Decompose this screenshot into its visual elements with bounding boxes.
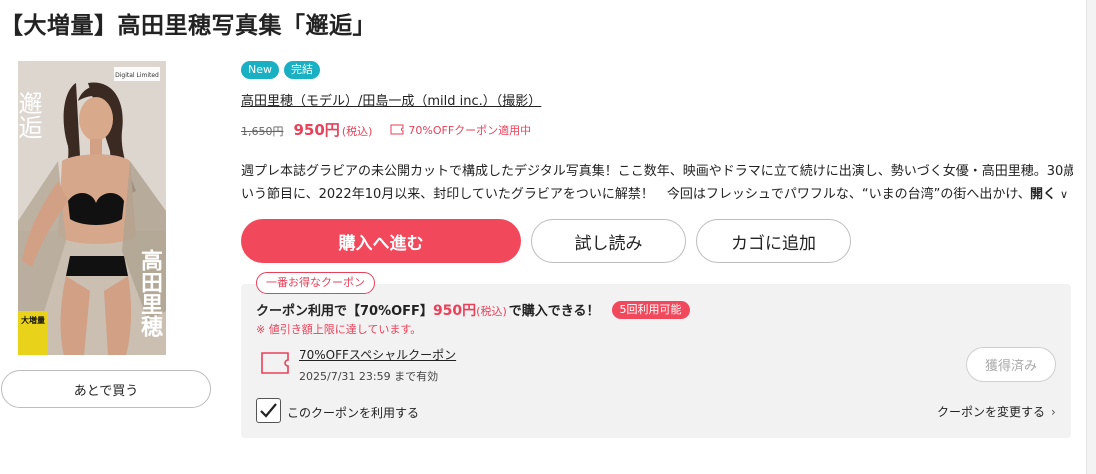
- expand-label: 開く: [1030, 187, 1057, 202]
- coupon-headline-prefix: クーポン利用で【70%OFF】: [256, 304, 433, 319]
- coupon-applied-text: 70%OFFクーポン適用中: [408, 123, 532, 137]
- cover-badge-text: 大増量: [21, 315, 45, 325]
- coupon-applied-label: 70%OFFクーポン適用中: [390, 122, 531, 138]
- change-coupon-text: クーポンを変更する: [937, 405, 1046, 419]
- chevron-down-icon: ∨: [1060, 188, 1069, 201]
- author-link[interactable]: 高田里穂（モデル）/田島一成（mild inc.）（撮影）: [241, 90, 541, 109]
- tax-label: (税込): [341, 125, 373, 138]
- coupon-headline-price: 950円: [432, 303, 477, 319]
- description-line: 週プレ本誌グラビアの未公開カットで構成したデジタル写真集！ここ数年、映画やドラマ…: [241, 164, 1073, 179]
- page-title: 【大増量】高田里穂写真集「邂逅」: [0, 13, 376, 39]
- coupon-ticket-icon: [261, 352, 289, 374]
- price-row: 1,650円 950円 (税込) 70%OFFクーポン適用中: [241, 119, 531, 140]
- discount-limit-warning: ※ 値引き額上限に達しています。: [256, 323, 422, 336]
- coupon-expiry: 2025/7/31 23:59 まで有効: [299, 370, 439, 383]
- uses-badge: 5回利用可能: [611, 301, 690, 319]
- checkmark-icon: [260, 403, 277, 418]
- chevron-right-icon: ›: [1051, 404, 1056, 419]
- add-to-cart-button[interactable]: カゴに追加: [696, 219, 851, 263]
- change-coupon-link[interactable]: クーポンを変更する ›: [937, 403, 1056, 420]
- badge-group: New 完結: [241, 61, 320, 79]
- coupon-headline-tax: (税込): [476, 305, 507, 318]
- purchase-button[interactable]: 購入へ進む: [241, 219, 521, 263]
- product-description: 週プレ本誌グラビアの未公開カットで構成したデジタル写真集！ここ数年、映画やドラマ…: [241, 160, 1073, 206]
- sale-price: 950円: [293, 121, 340, 139]
- new-badge: New: [241, 61, 279, 79]
- cover-title-text: 邂逅: [18, 91, 42, 139]
- original-price: 1,650円: [241, 125, 284, 138]
- buy-later-button[interactable]: あとで買う: [1, 370, 211, 408]
- use-coupon-checkbox[interactable]: [256, 398, 281, 423]
- acquired-button[interactable]: 獲得済み: [966, 347, 1056, 382]
- cover-name-text: 高田里穂: [137, 248, 163, 337]
- scrollbar[interactable]: [1086, 0, 1096, 474]
- coupon-name-link[interactable]: 70%OFFスペシャルクーポン: [299, 346, 456, 363]
- cover-tag-text: Digital Limited: [115, 72, 159, 79]
- coupon-headline: クーポン利用で【70%OFF】 950円 (税込) で購入できる！ 5回利用可能: [256, 300, 690, 320]
- coupon-headline-suffix: で購入できる！: [508, 304, 600, 319]
- complete-badge: 完結: [284, 61, 320, 79]
- ticket-icon: [390, 124, 404, 135]
- best-coupon-tag: 一番お得なクーポン: [256, 272, 375, 294]
- use-coupon-label: このクーポンを利用する: [287, 406, 420, 420]
- description-line-wrapper: いう節目に、2022年10月以来、封印していたグラビアをついに解禁！ 今回はフレ…: [241, 183, 1073, 206]
- sample-read-button[interactable]: 試し読み: [531, 219, 686, 263]
- book-cover-image[interactable]: Digital Limited 邂逅 高田里穂 大増量: [18, 61, 166, 355]
- expand-description-link[interactable]: 開く ∨: [1030, 183, 1068, 206]
- description-line: いう節目に、2022年10月以来、封印していたグラビアをついに解禁！ 今回はフレ…: [241, 187, 1026, 202]
